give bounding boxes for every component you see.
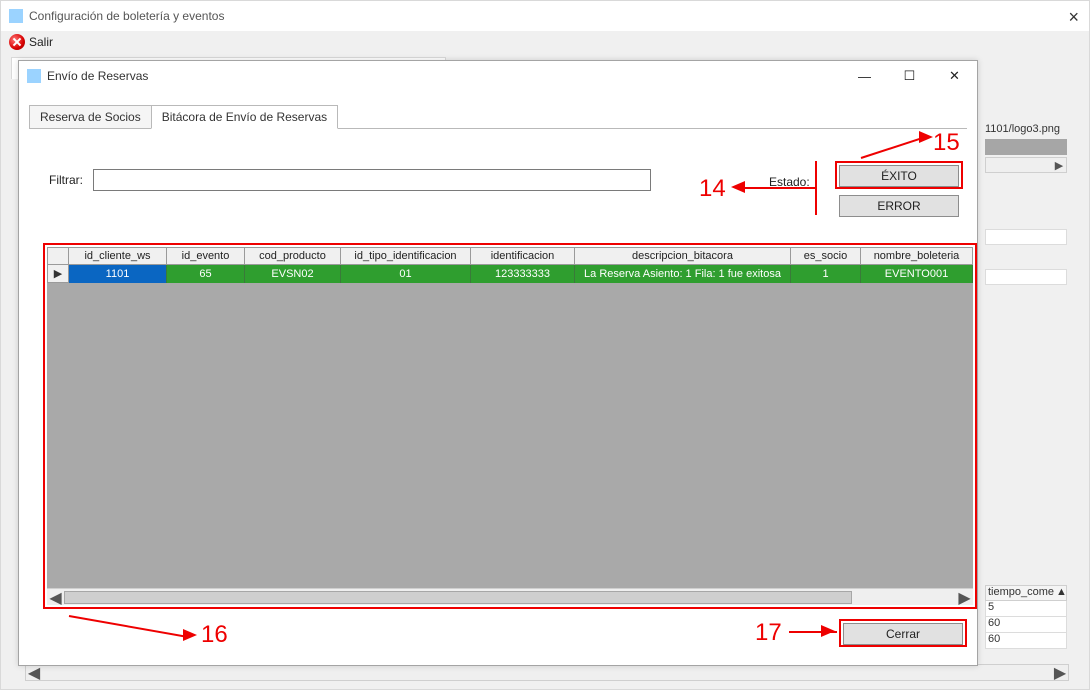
annotation-15: 15	[933, 129, 960, 157]
cell[interactable]: 1101	[69, 265, 167, 283]
close-button[interactable]: ✕	[932, 61, 977, 91]
bg-peek-col: tiempo_come	[986, 586, 1054, 600]
chevron-right-icon[interactable]: ▶	[1054, 160, 1064, 170]
dialog-envio-reservas: Envío de Reservas — ☐ ✕ Reserva de Socio…	[18, 60, 978, 666]
bg-peek-row: 60	[985, 633, 1067, 649]
annotation-14: 14	[699, 175, 726, 203]
col-header[interactable]: nombre_boleteria	[861, 247, 973, 265]
annotation-arrow-15	[861, 137, 924, 159]
exit-label[interactable]: Salir	[29, 35, 53, 49]
app-icon	[9, 9, 23, 23]
parent-close-icon[interactable]: ×	[1068, 7, 1079, 28]
bg-peek-grid: tiempo_come ▲ 5 60 60	[985, 585, 1067, 649]
col-header[interactable]: cod_producto	[245, 247, 341, 265]
parent-title: Configuración de boletería y eventos	[29, 9, 224, 23]
annotation-line-14	[815, 161, 817, 215]
dialog-icon	[27, 69, 41, 83]
annotation-17: 17	[755, 619, 782, 647]
filter-input[interactable]	[93, 169, 651, 191]
annotation-16: 16	[201, 621, 228, 649]
grid-h-scroll[interactable]: ◀ ▶	[47, 588, 973, 605]
parent-h-scroll[interactable]: ◀ ▶	[25, 664, 1069, 681]
col-header[interactable]: descripcion_bitacora	[575, 247, 791, 265]
right-strip-filename: 1101/logo3.png	[985, 121, 1067, 137]
cell[interactable]: EVENTO001	[861, 265, 973, 283]
annotation-arrow-16	[69, 615, 188, 638]
bg-peek-row: 60	[985, 617, 1067, 633]
arrow-head-icon	[183, 629, 197, 641]
estado-label: Estado:	[769, 175, 810, 189]
col-header[interactable]: identificacion	[471, 247, 575, 265]
col-header[interactable]: es_socio	[791, 247, 861, 265]
chevron-left-icon[interactable]: ◀	[26, 665, 42, 680]
exito-button[interactable]: ÉXITO	[839, 165, 959, 187]
parent-titlebar: Configuración de boletería y eventos	[1, 1, 1089, 31]
filter-label: Filtrar:	[49, 173, 83, 187]
tabs: Reserva de Socios Bitácora de Envío de R…	[29, 105, 337, 129]
cell[interactable]: La Reserva Asiento: 1 Fila: 1 fue exitos…	[575, 265, 791, 283]
minimize-button[interactable]: —	[842, 61, 887, 91]
cell[interactable]: 01	[341, 265, 471, 283]
arrow-head-icon	[919, 131, 933, 143]
right-strip-bar	[985, 139, 1067, 155]
chevron-right-icon[interactable]: ▶	[956, 589, 973, 605]
exit-icon[interactable]	[9, 34, 25, 50]
error-button[interactable]: ERROR	[839, 195, 959, 217]
bg-peek-row: 5	[985, 601, 1067, 617]
chevron-left-icon[interactable]: ◀	[47, 589, 64, 605]
annotation-arrow-17	[789, 631, 837, 633]
bitacora-grid[interactable]: id_cliente_ws id_evento cod_producto id_…	[47, 247, 973, 605]
table-row[interactable]: ▶ 1101 65 EVSN02 01 123333333 La Reserva…	[47, 265, 973, 283]
cell[interactable]: 65	[167, 265, 245, 283]
row-selector-icon[interactable]: ▶	[47, 265, 69, 283]
cell[interactable]: EVSN02	[245, 265, 341, 283]
right-strip-slot	[985, 269, 1067, 285]
filter-row: Filtrar:	[49, 169, 651, 191]
chevron-up-icon[interactable]: ▲	[1054, 586, 1066, 600]
cell[interactable]: 1	[791, 265, 861, 283]
chevron-right-icon[interactable]: ▶	[1052, 665, 1068, 680]
maximize-button[interactable]: ☐	[887, 61, 932, 91]
arrow-head-icon	[821, 625, 835, 637]
right-strip-scroll[interactable]: ▶	[985, 157, 1067, 173]
cell[interactable]: 123333333	[471, 265, 575, 283]
tab-reserva-socios[interactable]: Reserva de Socios	[29, 105, 152, 129]
toolbar: Salir	[1, 31, 1089, 53]
col-header[interactable]: id_evento	[167, 247, 245, 265]
dialog-title: Envío de Reservas	[47, 69, 148, 83]
arrow-head-icon	[731, 181, 745, 193]
right-strip-slot	[985, 229, 1067, 245]
grid-header: id_cliente_ws id_evento cod_producto id_…	[47, 247, 973, 265]
col-header[interactable]: id_cliente_ws	[69, 247, 167, 265]
grid-corner[interactable]	[47, 247, 69, 265]
col-header[interactable]: id_tipo_identificacion	[341, 247, 471, 265]
bg-peek-header: tiempo_come ▲	[985, 585, 1067, 601]
tab-bitacora[interactable]: Bitácora de Envío de Reservas	[151, 105, 338, 129]
cerrar-button[interactable]: Cerrar	[843, 623, 963, 645]
scroll-thumb[interactable]	[64, 591, 852, 604]
window-buttons: — ☐ ✕	[842, 61, 977, 91]
right-strip: 1101/logo3.png ▶	[985, 121, 1067, 285]
dialog-titlebar[interactable]: Envío de Reservas — ☐ ✕	[19, 61, 977, 91]
